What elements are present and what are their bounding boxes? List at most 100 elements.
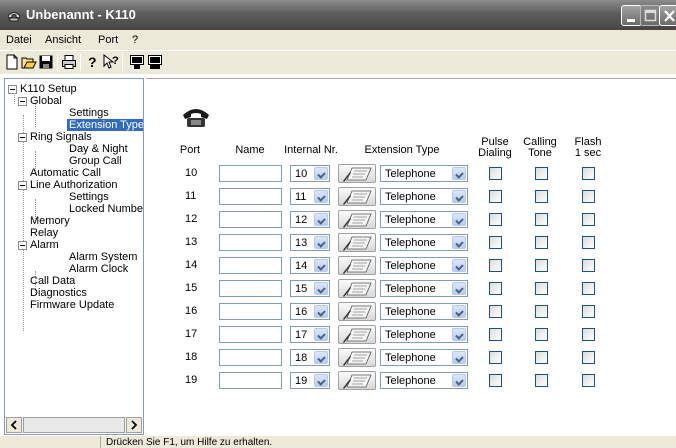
name-field[interactable] (219, 349, 282, 366)
extension-edit-button[interactable] (338, 325, 376, 344)
flash-checkbox[interactable] (582, 351, 595, 364)
chevron-down-icon[interactable] (314, 305, 328, 318)
chevron-down-icon[interactable] (314, 374, 328, 387)
calling-tone-checkbox[interactable] (535, 328, 548, 341)
scrollbar-thumb[interactable] (23, 417, 125, 433)
pulse-dialing-checkbox[interactable] (489, 305, 502, 318)
tree-item-settings[interactable]: Settings (69, 107, 109, 119)
chevron-down-icon[interactable] (314, 213, 328, 226)
flash-checkbox[interactable] (582, 328, 595, 341)
scroll-right-button[interactable] (126, 417, 142, 433)
extension-type-select[interactable]: Telephone (380, 280, 468, 297)
extension-type-select[interactable]: Telephone (380, 349, 468, 366)
name-field[interactable] (219, 326, 282, 343)
flash-checkbox[interactable] (582, 236, 595, 249)
extension-edit-button[interactable] (338, 256, 376, 275)
internal-nr-select[interactable]: 17 (290, 326, 330, 343)
extension-edit-button[interactable] (338, 233, 376, 252)
chevron-down-icon[interactable] (314, 236, 328, 249)
extension-edit-button[interactable] (338, 164, 376, 183)
calling-tone-checkbox[interactable] (535, 190, 548, 203)
tree-item-extension-type[interactable]: Extension Type (67, 119, 143, 131)
tree-horizontal-scrollbar[interactable] (6, 417, 142, 433)
maximize-button[interactable] (640, 5, 661, 26)
name-field[interactable] (219, 303, 282, 320)
chevron-down-icon[interactable] (452, 351, 466, 364)
chevron-down-icon[interactable] (452, 259, 466, 272)
connect-icon[interactable] (129, 54, 145, 70)
extension-type-select[interactable]: Telephone (380, 188, 468, 205)
internal-nr-select[interactable]: 15 (290, 280, 330, 297)
pulse-dialing-checkbox[interactable] (489, 213, 502, 226)
menu-help[interactable]: ? (132, 34, 138, 46)
pulse-dialing-checkbox[interactable] (489, 190, 502, 203)
name-field[interactable] (219, 188, 282, 205)
calling-tone-checkbox[interactable] (535, 236, 548, 249)
menu-port[interactable]: Port (98, 34, 118, 46)
collapse-icon[interactable] (18, 97, 27, 106)
calling-tone-checkbox[interactable] (535, 305, 548, 318)
name-field[interactable] (219, 280, 282, 297)
flash-checkbox[interactable] (582, 374, 595, 387)
pulse-dialing-checkbox[interactable] (489, 351, 502, 364)
context-help-icon[interactable]: ? (103, 54, 119, 70)
print-icon[interactable] (61, 54, 77, 70)
save-icon[interactable] (38, 54, 54, 70)
chevron-down-icon[interactable] (452, 282, 466, 295)
close-button[interactable] (659, 5, 676, 26)
pulse-dialing-checkbox[interactable] (489, 328, 502, 341)
menu-ansicht[interactable]: Ansicht (45, 34, 81, 46)
extension-type-select[interactable]: Telephone (380, 165, 468, 182)
name-field[interactable] (219, 234, 282, 251)
flash-checkbox[interactable] (582, 282, 595, 295)
extension-type-select[interactable]: Telephone (380, 303, 468, 320)
extension-type-select[interactable]: Telephone (380, 326, 468, 343)
pulse-dialing-checkbox[interactable] (489, 167, 502, 180)
flash-checkbox[interactable] (582, 213, 595, 226)
flash-checkbox[interactable] (582, 167, 595, 180)
internal-nr-select[interactable]: 18 (290, 349, 330, 366)
open-icon[interactable] (21, 54, 37, 70)
pulse-dialing-checkbox[interactable] (489, 374, 502, 387)
extension-edit-button[interactable] (338, 187, 376, 206)
new-icon[interactable] (4, 54, 20, 70)
calling-tone-checkbox[interactable] (535, 282, 548, 295)
chevron-down-icon[interactable] (452, 190, 466, 203)
extension-edit-button[interactable] (338, 279, 376, 298)
name-field[interactable] (219, 372, 282, 389)
collapse-icon[interactable] (18, 133, 27, 142)
flash-checkbox[interactable] (582, 259, 595, 272)
extension-type-select[interactable]: Telephone (380, 234, 468, 251)
chevron-down-icon[interactable] (314, 167, 328, 180)
name-field[interactable] (219, 211, 282, 228)
chevron-down-icon[interactable] (452, 374, 466, 387)
scroll-left-button[interactable] (6, 417, 22, 433)
chevron-down-icon[interactable] (452, 328, 466, 341)
extension-edit-button[interactable] (338, 302, 376, 321)
chevron-down-icon[interactable] (314, 328, 328, 341)
extension-edit-button[interactable] (338, 348, 376, 367)
menu-datei[interactable]: Datei (6, 34, 32, 46)
name-field[interactable] (219, 257, 282, 274)
internal-nr-select[interactable]: 19 (290, 372, 330, 389)
extension-edit-button[interactable] (338, 210, 376, 229)
calling-tone-checkbox[interactable] (535, 213, 548, 226)
pulse-dialing-checkbox[interactable] (489, 259, 502, 272)
pulse-dialing-checkbox[interactable] (489, 236, 502, 249)
collapse-icon[interactable] (8, 85, 17, 94)
flash-checkbox[interactable] (582, 190, 595, 203)
chevron-down-icon[interactable] (452, 167, 466, 180)
extension-type-select[interactable]: Telephone (380, 257, 468, 274)
extension-type-select[interactable]: Telephone (380, 211, 468, 228)
extension-edit-button[interactable] (338, 371, 376, 390)
chevron-down-icon[interactable] (314, 351, 328, 364)
calling-tone-checkbox[interactable] (535, 351, 548, 364)
internal-nr-select[interactable]: 14 (290, 257, 330, 274)
flash-checkbox[interactable] (582, 305, 595, 318)
internal-nr-select[interactable]: 10 (290, 165, 330, 182)
chevron-down-icon[interactable] (452, 236, 466, 249)
internal-nr-select[interactable]: 12 (290, 211, 330, 228)
calling-tone-checkbox[interactable] (535, 167, 548, 180)
extension-type-select[interactable]: Telephone (380, 372, 468, 389)
chevron-down-icon[interactable] (452, 305, 466, 318)
